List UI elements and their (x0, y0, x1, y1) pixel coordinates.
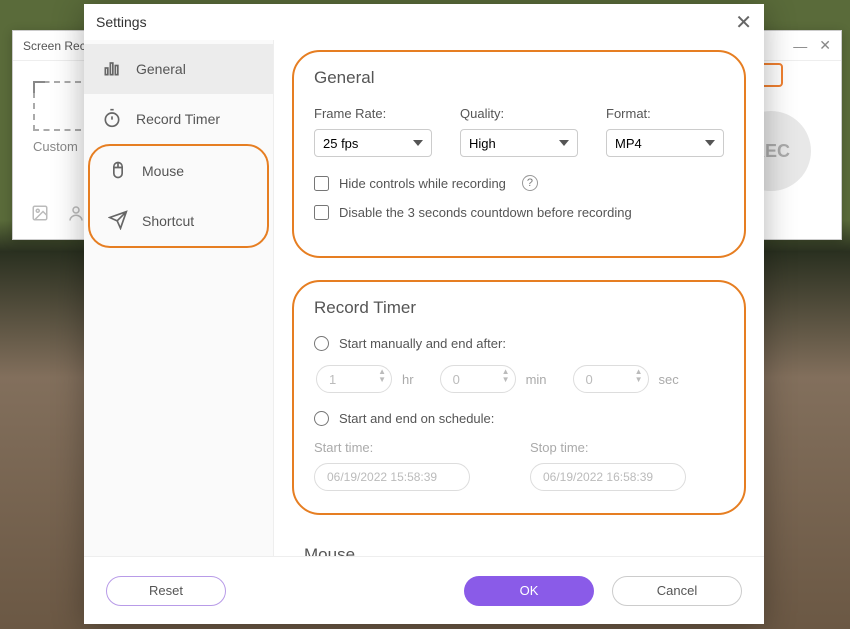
start-time-input[interactable] (314, 463, 470, 491)
user-icon[interactable] (67, 204, 85, 227)
bottom-toolbar (31, 204, 85, 227)
app-title: Screen Rec (23, 39, 86, 53)
sidebar-item-record-timer[interactable]: Record Timer (84, 94, 273, 144)
format-label: Format: (606, 106, 724, 121)
settings-content[interactable]: General Frame Rate: 25 fps Quality: High… (274, 40, 764, 556)
record-timer-heading: Record Timer (314, 298, 724, 318)
frame-rate-label: Frame Rate: (314, 106, 432, 121)
modal-header: Settings ✕ (84, 4, 764, 40)
bar-chart-icon (102, 58, 122, 81)
sidebar-item-shortcut[interactable]: Shortcut (90, 196, 267, 246)
quality-label: Quality: (460, 106, 578, 121)
stop-time-input[interactable] (530, 463, 686, 491)
sidebar-item-label: General (136, 61, 186, 77)
sidebar-item-general[interactable]: General (84, 44, 273, 94)
send-icon (108, 210, 128, 233)
general-section-highlight: General Frame Rate: 25 fps Quality: High… (292, 50, 746, 258)
record-timer-section-highlight: Record Timer Start manually and end afte… (292, 280, 746, 515)
spinner-arrows[interactable]: ▲▼ (378, 368, 386, 384)
mouse-heading: Mouse (304, 545, 734, 556)
quality-select[interactable]: High (460, 129, 578, 157)
cancel-button[interactable]: Cancel (612, 576, 742, 606)
mouse-icon (108, 160, 128, 183)
modal-title: Settings (96, 14, 147, 30)
frame-rate-select[interactable]: 25 fps (314, 129, 432, 157)
gallery-icon[interactable] (31, 204, 49, 227)
format-select[interactable]: MP4 (606, 129, 724, 157)
close-icon[interactable]: ✕ (819, 37, 831, 54)
disable-countdown-label: Disable the 3 seconds countdown before r… (339, 205, 632, 220)
start-time-label: Start time: (314, 440, 470, 455)
modal-footer: Reset OK Cancel (84, 556, 764, 624)
spinner-arrows[interactable]: ▲▼ (635, 368, 643, 384)
sidebar-item-label: Shortcut (142, 213, 194, 229)
hide-controls-label: Hide controls while recording (339, 176, 506, 191)
settings-sidebar: General Record Timer Mouse Shortcut (84, 40, 274, 556)
help-icon[interactable]: ? (522, 175, 538, 191)
sec-unit: sec (659, 372, 679, 387)
disable-countdown-checkbox[interactable] (314, 205, 329, 220)
stop-time-label: Stop time: (530, 440, 686, 455)
general-heading: General (314, 68, 724, 88)
settings-modal: Settings ✕ General Record Timer Mouse Sh… (84, 4, 764, 624)
reset-button[interactable]: Reset (106, 576, 226, 606)
ok-button[interactable]: OK (464, 576, 594, 606)
highlight-annotation: Mouse Shortcut (88, 144, 269, 248)
minimize-icon[interactable]: — (793, 38, 807, 54)
mouse-section: Mouse (304, 545, 734, 556)
hr-unit: hr (402, 372, 414, 387)
start-schedule-label: Start and end on schedule: (339, 411, 494, 426)
sidebar-item-label: Record Timer (136, 111, 220, 127)
sidebar-item-mouse[interactable]: Mouse (90, 146, 267, 196)
sidebar-item-label: Mouse (142, 163, 184, 179)
start-manual-label: Start manually and end after: (339, 336, 506, 351)
min-unit: min (526, 372, 547, 387)
hide-controls-checkbox[interactable] (314, 176, 329, 191)
modal-body: General Record Timer Mouse Shortcut G (84, 40, 764, 556)
close-icon[interactable]: ✕ (735, 10, 752, 35)
start-schedule-radio[interactable] (314, 411, 329, 426)
stopwatch-icon (102, 108, 122, 131)
spinner-arrows[interactable]: ▲▼ (502, 368, 510, 384)
app-window-controls: — ✕ (793, 37, 831, 54)
start-manual-radio[interactable] (314, 336, 329, 351)
